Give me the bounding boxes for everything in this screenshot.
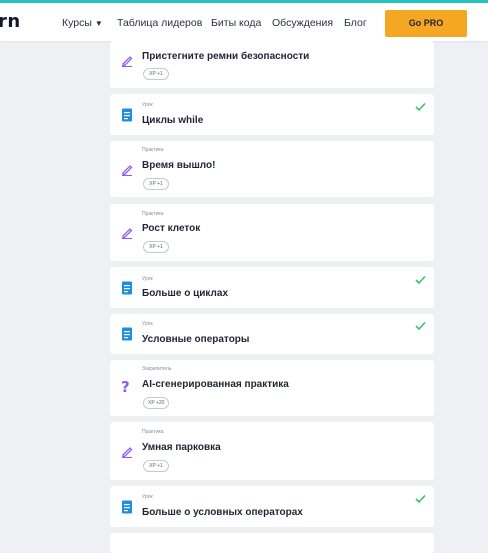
item-title: Рост клеток — [142, 223, 201, 234]
nav-discussions[interactable]: Обсуждения — [272, 17, 333, 29]
practice-pencil-icon — [122, 165, 133, 176]
lesson-document-icon — [122, 327, 132, 341]
lesson-item[interactable]: Урок Условные операторы — [110, 314, 434, 354]
lesson-document-icon — [122, 108, 132, 122]
xp-badge: XP +1 — [143, 241, 169, 253]
item-type: Урок — [142, 494, 153, 500]
nav-code-bits[interactable]: Биты кода — [211, 17, 261, 29]
item-type: Закрепитель — [142, 366, 172, 372]
item-title: Циклы while — [142, 115, 204, 126]
item-title: Больше о циклах — [142, 288, 229, 299]
practice-pencil-icon — [122, 447, 133, 458]
xp-badge: XP +1 — [143, 460, 169, 472]
item-title: Умная парковка — [142, 442, 221, 453]
item-title: Время вышло! — [142, 160, 216, 171]
logo[interactable]: rn — [0, 11, 21, 32]
xp-badge: XP +20 — [143, 397, 170, 409]
xp-badge: XP +1 — [143, 68, 169, 80]
go-pro-button[interactable]: Go PRO — [385, 10, 467, 37]
lesson-document-icon — [122, 500, 132, 514]
practice-pencil-icon — [122, 56, 133, 67]
item-type: Практика — [142, 211, 164, 217]
lesson-item[interactable]: Урок Больше о условных операторах — [110, 486, 434, 527]
check-icon — [415, 102, 426, 112]
item-type: Урок — [142, 321, 153, 327]
lesson-item[interactable]: Практика Время вышло! XP +1 — [110, 141, 434, 197]
nav-courses[interactable]: Курсы ▼ — [62, 17, 103, 29]
lesson-item[interactable] — [110, 533, 434, 553]
lesson-item[interactable]: Урок Циклы while — [110, 94, 434, 135]
nav-courses-label: Курсы — [62, 17, 92, 29]
item-type: Практика — [142, 147, 164, 153]
item-title: Больше о условных операторах — [142, 507, 303, 518]
lesson-item[interactable]: Практика Рост клеток XP +1 — [110, 204, 434, 261]
item-type: Урок — [142, 102, 153, 108]
nav-leaderboard[interactable]: Таблица лидеров — [117, 17, 202, 29]
chevron-down-icon: ▼ — [94, 19, 103, 28]
lesson-item[interactable]: Пристегните ремни безопасности XP +1 — [110, 41, 434, 88]
item-title: Пристегните ремни безопасности — [142, 51, 310, 62]
check-icon — [415, 494, 426, 504]
xp-badge: XP +1 — [143, 178, 169, 190]
check-icon — [415, 321, 426, 331]
check-icon — [415, 275, 426, 285]
item-type: Урок — [142, 276, 153, 282]
lesson-item[interactable]: Урок Больше о циклах — [110, 267, 434, 308]
practice-pencil-icon — [122, 228, 133, 239]
question-mark-icon: ? — [121, 378, 130, 396]
lesson-item[interactable]: Практика Умная парковка XP +1 — [110, 422, 434, 480]
site-header: rn Курсы ▼ Таблица лидеров Биты кода Обсу… — [0, 3, 488, 41]
lesson-item[interactable]: Закрепитель ? AI-сгенерированная практик… — [110, 360, 434, 416]
lesson-document-icon — [122, 281, 132, 295]
item-title: AI-сгенерированная практика — [142, 379, 289, 390]
item-type: Практика — [142, 429, 164, 435]
item-title: Условные операторы — [142, 334, 250, 345]
nav-blog[interactable]: Блог — [344, 17, 367, 29]
